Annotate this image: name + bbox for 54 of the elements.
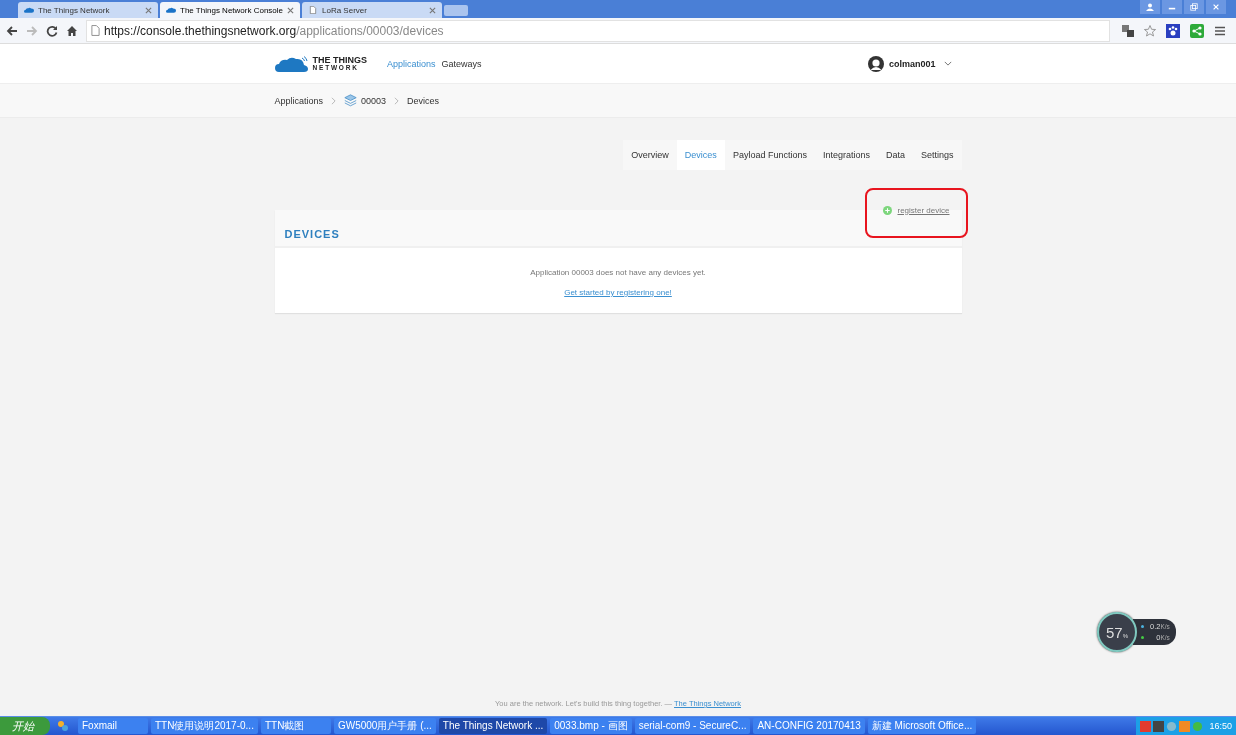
restore-icon[interactable] — [1184, 0, 1204, 14]
user-icon[interactable] — [1140, 0, 1160, 14]
close-icon[interactable] — [287, 6, 294, 14]
share-icon[interactable] — [1190, 23, 1204, 38]
taskbar-button[interactable]: TTN使用说明2017-0... — [151, 718, 258, 734]
breadcrumb-link[interactable]: Applications — [274, 95, 324, 106]
empty-message: Application 00003 does not have any devices yet. — [530, 268, 706, 277]
taskbar-button[interactable]: AN-CONFIG 20170413 — [753, 718, 865, 734]
cloud-icon — [166, 6, 176, 14]
breadcrumb-link[interactable]: 00003 — [361, 95, 387, 106]
taskbar-button[interactable]: 新建 Microsoft Office... — [867, 718, 977, 734]
browser-tab[interactable]: LoRa Server — [302, 2, 442, 18]
home-icon[interactable] — [66, 24, 78, 37]
taskbar-button[interactable]: The Things Network ... — [438, 718, 548, 734]
close-icon[interactable] — [1206, 0, 1226, 14]
section-title: DEVICES — [283, 227, 340, 240]
page-icon — [308, 6, 318, 14]
chevron-right-icon — [394, 96, 400, 105]
close-icon[interactable] — [145, 6, 152, 14]
browser-tab[interactable]: The Things Network Console — [160, 2, 300, 18]
chevron-down-icon[interactable] — [943, 61, 952, 66]
paw-icon[interactable] — [1166, 23, 1180, 38]
taskbar-button[interactable]: serial-com9 - SecureC... — [634, 718, 751, 734]
cloud-icon — [24, 6, 34, 14]
taskbar-button[interactable]: GW5000用户手册 (... — [333, 718, 436, 734]
register-device-link[interactable]: register device — [897, 205, 950, 215]
menu-icon[interactable] — [1214, 24, 1226, 37]
taskbar-button[interactable]: TTN截图 — [260, 718, 331, 734]
page-icon — [91, 25, 100, 36]
reload-icon[interactable] — [46, 24, 58, 37]
avatar-icon — [867, 55, 884, 72]
back-icon[interactable] — [6, 24, 18, 37]
forward-icon[interactable] — [26, 24, 38, 37]
user-name[interactable]: colman001 — [888, 58, 936, 69]
cloud-logo-icon[interactable] — [274, 55, 309, 72]
nav-link[interactable]: Applications — [387, 58, 436, 69]
breadcrumb-link[interactable]: Devices — [407, 95, 440, 106]
address-bar[interactable]: https://console.thethingsnetwork.org/applications/00003/devices — [86, 19, 1110, 42]
nav-link[interactable]: Gateways — [441, 58, 482, 69]
tray-icon[interactable] — [1153, 720, 1165, 732]
browser-tab[interactable]: The Things Network — [18, 2, 158, 18]
quick-launch-icon[interactable] — [57, 720, 69, 732]
logo-text: THE THINGS — [312, 55, 367, 65]
plus-circle-icon[interactable] — [883, 205, 893, 215]
taskbar-button[interactable]: 0033.bmp - 画图 — [550, 718, 632, 734]
close-icon[interactable] — [429, 6, 436, 14]
taskbar-button[interactable]: Foxmail — [78, 718, 148, 734]
star-icon[interactable] — [1144, 24, 1156, 37]
clock: 16:50 — [1209, 721, 1232, 731]
minimize-icon[interactable] — [1162, 0, 1182, 14]
tab[interactable]: Devices — [676, 140, 725, 170]
register-link[interactable]: Get started by registering one! — [564, 288, 672, 297]
start-button[interactable]: 开始 — [0, 717, 50, 735]
chevron-right-icon — [331, 96, 337, 105]
